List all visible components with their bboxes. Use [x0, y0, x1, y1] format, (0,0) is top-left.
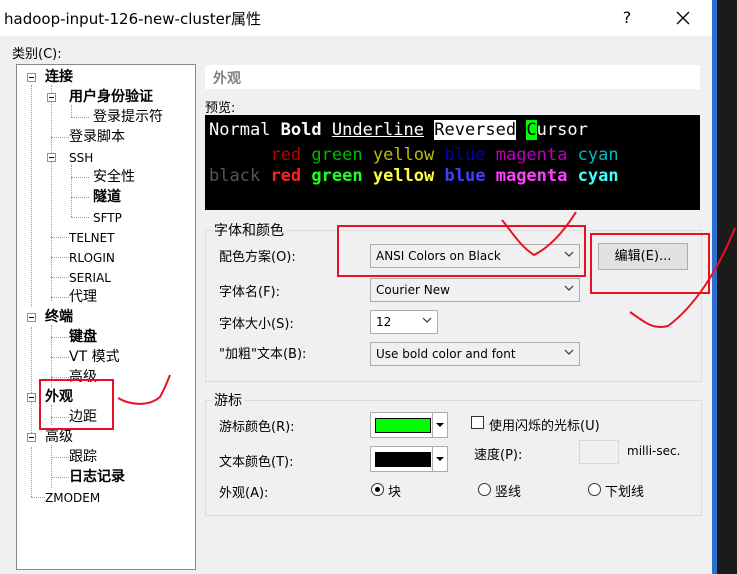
- collapse-icon[interactable]: [47, 153, 56, 162]
- section-header: 外观: [205, 65, 700, 89]
- tree-item-proxy[interactable]: 代理: [69, 288, 97, 306]
- tree-item-login-prompts[interactable]: 登录提示符: [93, 108, 163, 126]
- chevron-down-icon: [564, 251, 574, 257]
- dropdown-arrow-icon: [432, 447, 447, 471]
- cursor-color-swatch: [375, 418, 431, 433]
- tree-item-logging[interactable]: 日志记录: [69, 468, 125, 486]
- tree-item-vt-modes[interactable]: VT 模式: [69, 348, 120, 366]
- preview-bold-text: Bold: [280, 120, 322, 140]
- cursor-shape-block-label: 块: [388, 485, 402, 500]
- speed-input[interactable]: [579, 440, 619, 464]
- color-scheme-value: ANSI Colors on Black: [376, 249, 501, 263]
- tree-item-ssh[interactable]: SSH: [69, 149, 93, 167]
- scheme-label: 配色方案(O):: [219, 250, 296, 265]
- cursor-shape-block-radio[interactable]: [371, 483, 384, 496]
- tree-item-authentication[interactable]: 用户身份验证: [69, 88, 153, 106]
- tree-item-keyboard[interactable]: 键盘: [69, 328, 97, 346]
- font-name-value: Courier New: [376, 283, 450, 297]
- text-color-label: 文本颜色(T):: [219, 455, 294, 470]
- speed-label: 速度(P):: [474, 448, 523, 463]
- font-colors-legend: 字体和颜色: [214, 223, 284, 239]
- tree-item-appearance[interactable]: 外观: [45, 388, 73, 406]
- tree-item-zmodem[interactable]: ZMODEM: [45, 489, 100, 507]
- chevron-down-icon: [564, 285, 574, 291]
- text-color-picker[interactable]: [370, 446, 448, 472]
- terminal-preview: Normal Bold Underline Reversed Cursor bl…: [205, 115, 700, 210]
- text-color-swatch: [375, 452, 431, 467]
- collapse-icon[interactable]: [27, 73, 36, 82]
- edit-scheme-button[interactable]: 编辑(E)...: [598, 243, 688, 270]
- cursor-legend: 游标: [214, 393, 242, 409]
- window-title: hadoop-input-126-new-cluster属性: [4, 10, 261, 28]
- close-button[interactable]: [663, 4, 703, 32]
- preview-underline-text: Underline: [331, 120, 424, 140]
- collapse-icon[interactable]: [27, 433, 36, 442]
- tree-item-rlogin[interactable]: RLOGIN: [69, 249, 115, 267]
- bold-text-select[interactable]: Use bold color and font: [370, 342, 580, 366]
- chevron-down-icon: [564, 349, 574, 355]
- cursor-color-label: 游标颜色(R):: [219, 420, 295, 435]
- background-window-edge: [712, 0, 737, 574]
- blink-cursor-label: 使用闪烁的光标(U): [489, 419, 600, 434]
- collapse-icon[interactable]: [47, 93, 56, 102]
- speed-unit-label: milli-sec.: [627, 444, 681, 458]
- cursor-color-picker[interactable]: [370, 412, 448, 438]
- font-size-select[interactable]: 12: [370, 310, 438, 334]
- collapse-icon[interactable]: [27, 313, 36, 322]
- tree-item-security[interactable]: 安全性: [93, 168, 135, 186]
- bold-text-value: Use bold color and font: [376, 347, 516, 361]
- cursor-shape-underline-label: 下划线: [605, 485, 645, 500]
- preview-line-normal-colors: black red green yellow blue magenta cyan: [209, 145, 619, 165]
- blink-cursor-checkbox[interactable]: [471, 416, 484, 429]
- help-button[interactable]: ?: [607, 4, 647, 32]
- tree-item-sftp[interactable]: SFTP: [93, 209, 122, 227]
- cursor-shape-label: 外观(A):: [219, 486, 269, 501]
- bold-text-label: "加粗"文本(B):: [219, 347, 307, 362]
- preview-label: 预览:: [205, 101, 236, 116]
- tree-item-trace[interactable]: 跟踪: [69, 448, 97, 466]
- tree-item-tunneling[interactable]: 隧道: [93, 188, 121, 206]
- font-name-select[interactable]: Courier New: [370, 278, 580, 302]
- collapse-icon[interactable]: [27, 393, 36, 402]
- preview-normal-text: Normal: [209, 120, 281, 140]
- color-scheme-select[interactable]: ANSI Colors on Black: [370, 244, 580, 268]
- tree-item-advanced[interactable]: 高级: [45, 428, 73, 446]
- tree-item-connection[interactable]: 连接: [45, 68, 73, 86]
- close-icon: [676, 11, 690, 25]
- tree-item-margins[interactable]: 边距: [69, 408, 97, 426]
- tree-item-terminal[interactable]: 终端: [45, 308, 73, 326]
- cursor-shape-bar-label: 竖线: [495, 485, 522, 500]
- preview-cursor-text: ursor: [536, 120, 588, 140]
- font-size-value: 12: [376, 315, 392, 329]
- dropdown-arrow-icon: [432, 413, 447, 437]
- title-bar: hadoop-input-126-new-cluster属性 ?: [0, 0, 712, 36]
- cursor-shape-bar-radio[interactable]: [478, 483, 491, 496]
- category-label: 类别(C):: [12, 47, 62, 62]
- font-size-label: 字体大小(S):: [219, 317, 294, 332]
- font-name-label: 字体名(F):: [219, 285, 281, 300]
- preview-reversed-text: Reversed: [434, 120, 517, 140]
- section-title: 外观: [213, 71, 241, 87]
- category-tree[interactable]: 连接 用户身份验证 登录提示符 登录脚本 SSH 安全性 隧道 SFTP TEL…: [16, 64, 196, 570]
- tree-item-serial[interactable]: SERIAL: [69, 269, 111, 287]
- cursor-shape-underline-radio[interactable]: [588, 483, 601, 496]
- tree-item-telnet[interactable]: TELNET: [69, 229, 115, 247]
- tree-item-terminal-advanced[interactable]: 高级: [69, 368, 97, 386]
- preview-cursor-block: C: [526, 120, 537, 140]
- preview-line-styles: Normal Bold Underline Reversed Cursor: [209, 120, 588, 140]
- tree-item-login-scripts[interactable]: 登录脚本: [69, 128, 125, 146]
- chevron-down-icon: [422, 317, 432, 323]
- preview-line-bold-colors: black red green yellow blue magenta cyan: [209, 166, 619, 186]
